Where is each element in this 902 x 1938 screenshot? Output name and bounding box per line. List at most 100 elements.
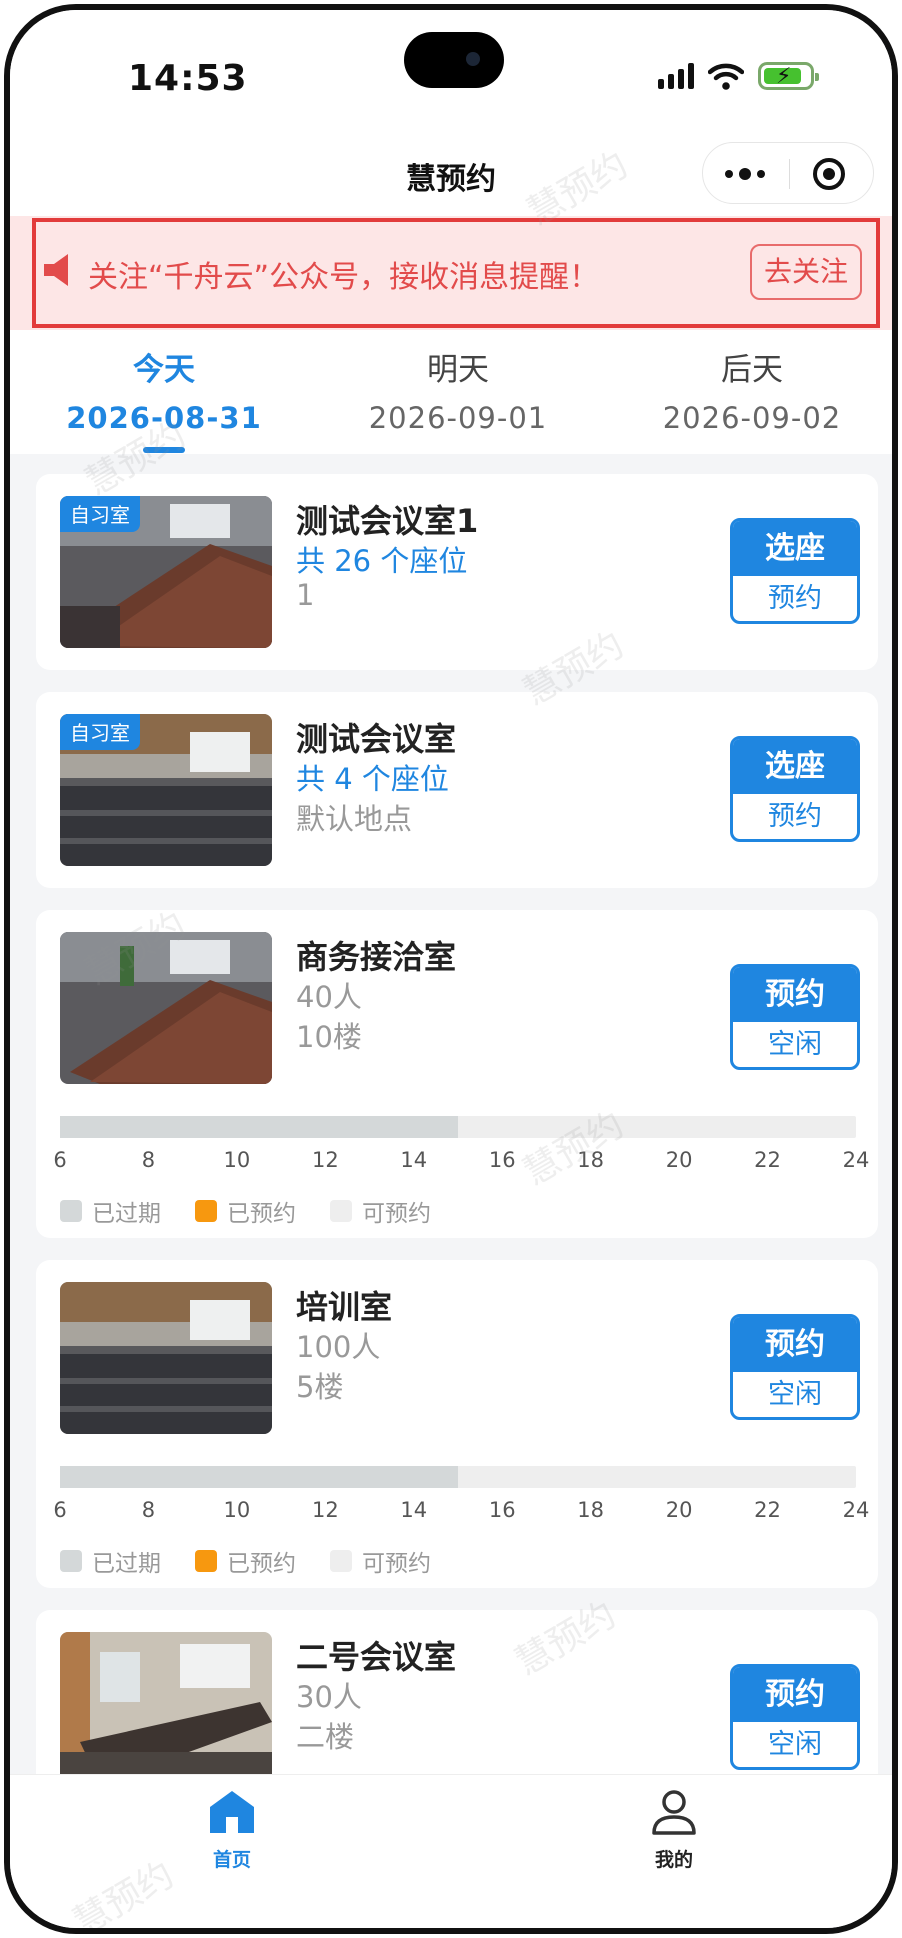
follow-button[interactable]: 去关注	[750, 244, 862, 300]
timeline-hour-ticks: 6 8 10 12 14 16 18 20 22 24	[53, 1498, 869, 1528]
room-name: 测试会议室	[296, 720, 457, 758]
bottom-tab-bar: 首页 我的	[10, 1774, 892, 1928]
button-secondary-label: 空闲	[768, 1729, 822, 1760]
room-photo	[60, 1632, 272, 1774]
close-miniprogram-icon[interactable]	[813, 158, 845, 190]
room-seat-count: 共 26 个座位	[296, 544, 468, 578]
date-tab-day-after[interactable]: 后天 2026-09-02	[622, 344, 882, 435]
hour-tick-label: 14	[400, 1498, 428, 1522]
room-location: 1	[296, 578, 315, 612]
legend-label: 已预约	[227, 1201, 296, 1227]
room-card[interactable]: 商务接洽室 40人 10楼 预约 空闲 6 8 10 12 14 16 18 20 22 24 已…	[36, 910, 878, 1238]
home-icon	[210, 1791, 254, 1833]
legend-swatch	[60, 1550, 82, 1572]
user-icon	[652, 1790, 696, 1835]
room-card[interactable]: 培训室 100人 5楼 预约 空闲 6 8 10 12 14 16 18 20 22 24 已过期…	[36, 1260, 878, 1588]
hour-tick-label: 16	[488, 1498, 516, 1522]
room-name: 商务接洽室	[296, 938, 457, 976]
date-tab-tomorrow[interactable]: 明天 2026-09-01	[328, 344, 588, 435]
timeline-expired-segment	[60, 1116, 458, 1138]
room-capacity: 30人	[296, 1680, 362, 1714]
hour-tick-label: 22	[754, 1498, 781, 1522]
hour-tick-label: 20	[665, 1498, 693, 1522]
date-tab-day: 今天	[133, 352, 195, 388]
room-card[interactable]: 自习室 测试会议室 共 4 个座位 默认地点 选座 预约	[36, 692, 878, 888]
room-floor: 5楼	[296, 1370, 344, 1404]
hour-tick-label: 12	[311, 1148, 339, 1172]
button-secondary-label: 空闲	[768, 1379, 822, 1410]
hour-tick-label: 8	[141, 1148, 156, 1172]
date-tabs: 今天 2026-08-31 明天 2026-09-01 后天 2026-09-0…	[10, 330, 892, 454]
button-secondary-label: 空闲	[768, 1029, 822, 1060]
date-tab-day: 后天	[721, 352, 783, 388]
cellular-signal-icon	[658, 63, 694, 89]
room-type-tag: 自习室	[60, 714, 140, 750]
room-photo	[60, 932, 272, 1084]
legend-label: 可预约	[362, 1201, 431, 1227]
hour-tick-label: 24	[842, 1498, 870, 1522]
room-capacity: 100人	[296, 1330, 381, 1364]
date-tab-day: 明天	[427, 352, 489, 388]
notice-text: 关注“千舟云”公众号，接收消息提醒！	[88, 260, 600, 295]
hour-tick-label: 6	[53, 1498, 67, 1522]
follow-notice-bar: 关注“千舟云”公众号，接收消息提醒！ 去关注	[10, 216, 892, 330]
legend-label: 已过期	[92, 1551, 161, 1577]
availability-timeline	[60, 1466, 856, 1488]
hour-tick-label: 20	[665, 1148, 693, 1172]
date-tab-date: 2026-09-02	[662, 401, 842, 435]
legend-swatch	[195, 1200, 217, 1222]
book-button[interactable]: 预约 空闲	[730, 1664, 860, 1770]
tab-label: 首页	[212, 1849, 251, 1871]
timeline-hour-ticks: 6 8 10 12 14 16 18 20 22 24	[53, 1148, 869, 1178]
legend-swatch	[195, 1550, 217, 1572]
dynamic-island	[404, 32, 504, 88]
room-floor: 10楼	[296, 1020, 362, 1054]
room-photo	[60, 1282, 272, 1434]
legend-label: 已过期	[92, 1201, 161, 1227]
button-secondary-label: 预约	[768, 583, 822, 614]
date-tab-date: 2026-08-31	[66, 401, 262, 435]
book-button[interactable]: 预约 空闲	[730, 1314, 860, 1420]
tab-home[interactable]: 首页	[132, 1789, 332, 1872]
hour-tick-label: 16	[488, 1148, 516, 1172]
tab-label: 我的	[654, 1849, 693, 1871]
hour-tick-label: 22	[754, 1148, 781, 1172]
availability-timeline	[60, 1116, 856, 1138]
miniprogram-capsule	[702, 142, 874, 204]
room-photo: 自习室	[60, 714, 272, 866]
hour-tick-label: 18	[577, 1498, 605, 1522]
room-card[interactable]: 二号会议室 30人 二楼 预约 空闲	[36, 1610, 878, 1774]
room-floor: 二楼	[296, 1720, 355, 1754]
legend-swatch	[60, 1200, 82, 1222]
status-bar: 14:53 ⚡	[10, 10, 892, 130]
legend-label: 可预约	[362, 1551, 431, 1577]
battery-charging-icon: ⚡	[758, 62, 819, 90]
button-primary-label: 选座	[733, 521, 857, 576]
select-seat-button[interactable]: 选座 预约	[730, 736, 860, 842]
select-seat-button[interactable]: 选座 预约	[730, 518, 860, 624]
active-tab-indicator	[143, 447, 185, 453]
tab-mine[interactable]: 我的	[574, 1789, 774, 1872]
timeline-legend: 已过期 已预约 可预约	[60, 1194, 455, 1228]
button-primary-label: 预约	[733, 1667, 857, 1722]
hour-tick-label: 10	[223, 1148, 251, 1172]
phone-frame: 14:53 ⚡ 慧预约 关注“千舟云”公众号，接收消息提醒！ 去关注 今天 20…	[4, 4, 898, 1934]
room-photo: 自习室	[60, 496, 272, 648]
more-icon[interactable]	[725, 161, 775, 187]
room-list[interactable]: 自习室 测试会议室1 共 26 个座位 1 选座 预约 自习室 测试会议室 共 …	[10, 454, 892, 1774]
status-time: 14:53	[128, 58, 248, 99]
room-card[interactable]: 自习室 测试会议室1 共 26 个座位 1 选座 预约	[36, 474, 878, 670]
book-button[interactable]: 预约 空闲	[730, 964, 860, 1070]
hour-tick-label: 24	[842, 1148, 870, 1172]
button-primary-label: 选座	[733, 739, 857, 794]
room-name: 二号会议室	[296, 1638, 457, 1676]
timeline-legend: 已过期 已预约 可预约	[60, 1544, 455, 1578]
timeline-expired-segment	[60, 1466, 458, 1488]
legend-label: 已预约	[227, 1551, 296, 1577]
button-primary-label: 预约	[733, 1317, 857, 1372]
date-tab-today[interactable]: 今天 2026-08-31	[34, 344, 294, 453]
legend-swatch	[330, 1550, 352, 1572]
megaphone-icon	[44, 254, 68, 286]
button-primary-label: 预约	[733, 967, 857, 1022]
room-name: 测试会议室1	[296, 502, 479, 540]
